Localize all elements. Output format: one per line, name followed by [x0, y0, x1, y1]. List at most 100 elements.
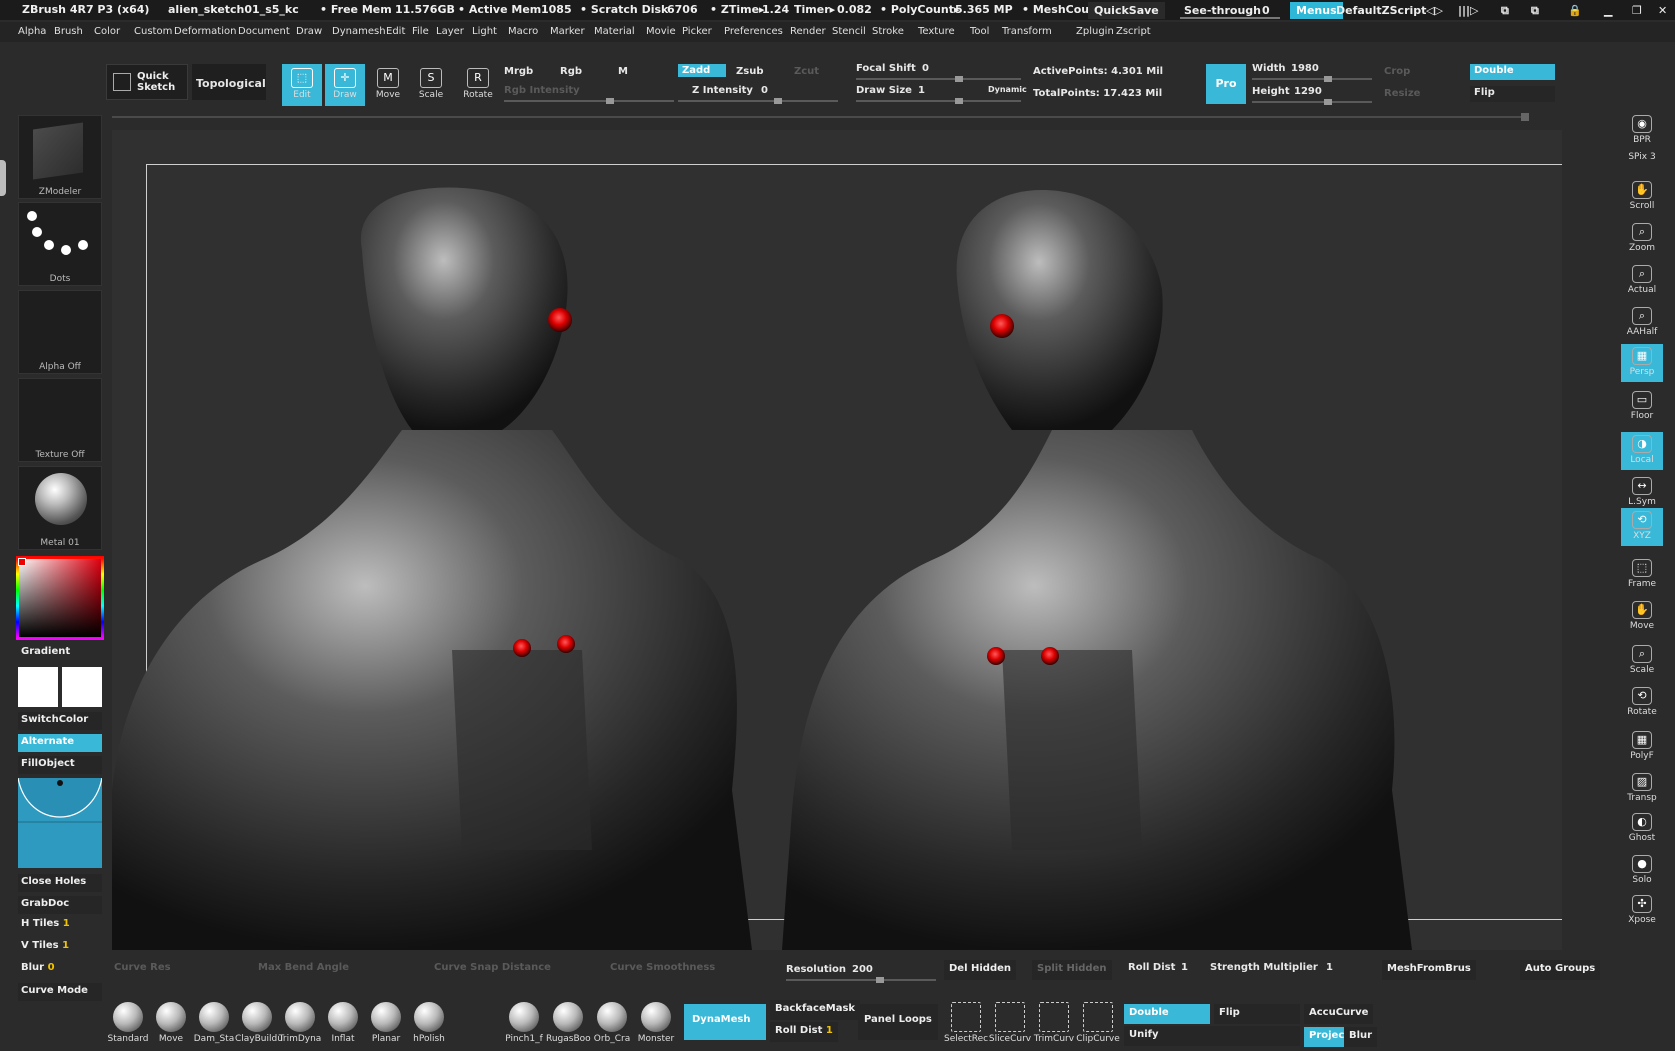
toolbar-grip[interactable] — [1521, 113, 1529, 121]
zadd-button[interactable]: Zadd — [678, 64, 727, 77]
lock-icon[interactable]: 🔒 — [1562, 2, 1588, 19]
quicksave-button[interactable]: QuickSave — [1088, 2, 1165, 19]
curve-res-slider[interactable]: Curve Res — [114, 962, 171, 973]
menu-movie[interactable]: Movie — [646, 26, 676, 37]
double-button[interactable]: Double — [1470, 64, 1555, 80]
blur-toggle[interactable]: Blur — [1344, 1027, 1378, 1047]
unify-button[interactable]: Unify — [1124, 1026, 1300, 1046]
menu-document[interactable]: Document — [238, 26, 290, 37]
mrgb-button[interactable]: Mrgb — [504, 66, 533, 77]
zcut-button[interactable]: Zcut — [794, 66, 819, 77]
curve-smoothness-slider[interactable]: Curve Smoothness — [610, 962, 715, 973]
menu-picker[interactable]: Picker — [682, 26, 712, 37]
brush-inflat[interactable]: Inflat — [321, 998, 365, 1046]
draw-size-label[interactable]: Draw Size — [856, 85, 912, 96]
resolution-track[interactable] — [786, 977, 936, 983]
double-toggle[interactable]: Double — [1124, 1004, 1210, 1024]
layout-icon-3[interactable]: ⧉ — [1495, 2, 1515, 19]
xyz-button[interactable]: ⟲ XYZ — [1621, 508, 1663, 546]
brush-move[interactable]: Move — [149, 998, 193, 1046]
zoom-button[interactable]: ⌕ Zoom — [1621, 220, 1663, 258]
menu-texture[interactable]: Texture — [918, 26, 955, 37]
left-shelf-tab[interactable] — [0, 160, 6, 196]
menu-edit[interactable]: Edit — [386, 26, 405, 37]
menu-marker[interactable]: Marker — [550, 26, 585, 37]
l-sym-button[interactable]: ↔ L.Sym — [1621, 474, 1663, 512]
curve-editor[interactable] — [18, 778, 102, 868]
resolution-label[interactable]: Resolution — [786, 964, 846, 975]
tool-clipcurve[interactable]: ClipCurve — [1076, 998, 1120, 1046]
bpr-button[interactable]: ◉ BPR — [1621, 112, 1663, 150]
roll-dist-label[interactable]: Roll Dist — [1128, 962, 1175, 973]
menu-file[interactable]: File — [412, 26, 429, 37]
main-color-swatch[interactable] — [18, 667, 58, 707]
ghost-button[interactable]: ◐ Ghost — [1621, 810, 1663, 848]
focal-shift-track[interactable] — [856, 76, 1021, 82]
focal-shift-label[interactable]: Focal Shift — [856, 63, 916, 74]
brush-planar[interactable]: Planar — [364, 998, 408, 1046]
menu-layer[interactable]: Layer — [436, 26, 464, 37]
menu-transform[interactable]: Transform — [1002, 26, 1052, 37]
z-intensity-label[interactable]: Z Intensity — [692, 85, 753, 96]
crop-button[interactable]: Crop — [1384, 66, 1410, 77]
dynamesh-button[interactable]: DynaMesh — [684, 1004, 766, 1040]
brush-standard[interactable]: Standard — [106, 998, 150, 1046]
scale-button[interactable]: S Scale — [411, 64, 451, 106]
del-hidden-button[interactable]: Del Hidden — [944, 960, 1017, 980]
persp-button[interactable]: ▦ Persp — [1621, 344, 1663, 382]
scale-button[interactable]: ⌕ Scale — [1621, 642, 1663, 680]
menu-render[interactable]: Render — [790, 26, 826, 37]
menu-tool[interactable]: Tool — [970, 26, 989, 37]
menu-macro[interactable]: Macro — [508, 26, 538, 37]
tool-selectrec[interactable]: SelectRec — [944, 998, 988, 1046]
h-tiles-slider[interactable]: H Tiles 1 — [18, 916, 102, 934]
menu-preferences[interactable]: Preferences — [724, 26, 783, 37]
width-label[interactable]: Width — [1252, 63, 1286, 74]
restore-icon[interactable]: ❐ — [1626, 2, 1648, 19]
height-track[interactable] — [1252, 99, 1372, 105]
brush-dam-sta[interactable]: Dam_Sta — [192, 998, 236, 1046]
brush-rugasboo[interactable]: RugasBoo — [546, 998, 591, 1046]
draw-size-track[interactable] — [856, 98, 1021, 104]
quick-sketch-button[interactable]: Quick Sketch — [106, 64, 188, 100]
roll-dist-slider[interactable]: Roll Dist 1 — [770, 1022, 838, 1042]
alternate-button[interactable]: Alternate — [18, 734, 102, 752]
flip-toggle[interactable]: Flip — [1214, 1004, 1300, 1024]
max-bend-angle-slider[interactable]: Max Bend Angle — [258, 962, 349, 973]
minimize-icon[interactable]: ▁ — [1598, 2, 1618, 19]
menu-brush[interactable]: Brush — [54, 26, 83, 37]
brush-pinch1-f[interactable]: Pinch1_f — [502, 998, 546, 1046]
brush-claybuildu[interactable]: ClayBuildu — [235, 998, 283, 1046]
m-button[interactable]: M — [618, 66, 628, 77]
rotate-button[interactable]: R Rotate — [458, 64, 498, 106]
script-button[interactable]: DefaultZScript — [1330, 2, 1432, 19]
menu-light[interactable]: Light — [472, 26, 497, 37]
menu-draw[interactable]: Draw — [296, 26, 322, 37]
menu-color[interactable]: Color — [94, 26, 120, 37]
curve-mode-button[interactable]: Curve Mode — [18, 983, 102, 1001]
tool-trimcurv[interactable]: TrimCurv — [1032, 998, 1076, 1046]
grabdoc-button[interactable]: GrabDoc — [18, 896, 102, 914]
rgb-intensity-track[interactable] — [504, 98, 674, 104]
color-picker[interactable] — [16, 556, 104, 640]
spix-3-button[interactable]: SPix 3 — [1621, 152, 1663, 170]
project-toggle[interactable]: Projec — [1304, 1027, 1350, 1047]
menu-stencil[interactable]: Stencil — [832, 26, 866, 37]
close-holes-button[interactable]: Close Holes — [18, 874, 102, 892]
backface-mask-button[interactable]: BackfaceMask — [770, 1000, 861, 1020]
floor-button[interactable]: ▭ Floor — [1621, 388, 1663, 426]
color-swatch-mini[interactable] — [18, 558, 26, 566]
auto-groups-button[interactable]: Auto Groups — [1520, 960, 1601, 980]
z-intensity-track[interactable] — [678, 98, 838, 104]
brush-hpolish[interactable]: hPolish — [407, 998, 451, 1046]
fillobject-button[interactable]: FillObject — [18, 756, 102, 774]
resize-button[interactable]: Resize — [1384, 88, 1420, 99]
topological-button[interactable]: Topological — [192, 64, 266, 100]
edit-button[interactable]: ⬚ Edit — [282, 64, 322, 106]
draw-button[interactable]: ✛ Draw — [325, 64, 365, 106]
menu-alpha[interactable]: Alpha — [18, 26, 46, 37]
solo-button[interactable]: ● Solo — [1621, 852, 1663, 890]
menu-material[interactable]: Material — [594, 26, 635, 37]
layout-icon-2[interactable]: |||▷ — [1452, 2, 1485, 19]
aahalf-button[interactable]: ⌕ AAHalf — [1621, 304, 1663, 342]
